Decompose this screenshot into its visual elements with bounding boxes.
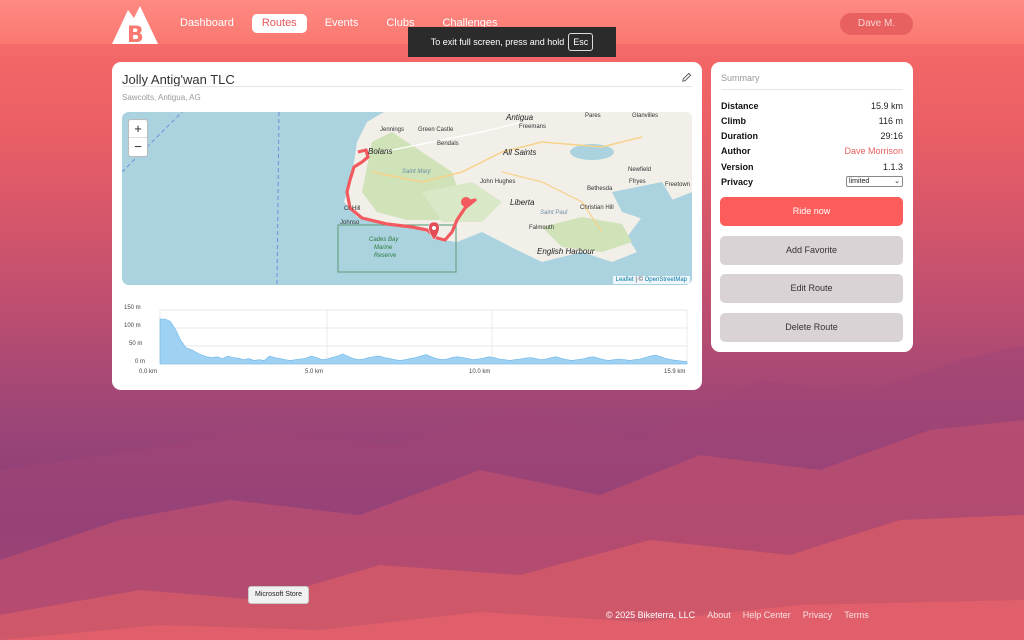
elevation-plot (159, 309, 688, 365)
summary-key: Duration (721, 131, 758, 141)
summary-value: 116 m (878, 116, 903, 126)
title-divider (122, 86, 692, 87)
map-label-liberta: Liberta (510, 198, 535, 207)
chevron-down-icon: ⌄ (894, 178, 900, 185)
ride-now-button[interactable]: Ride now (720, 197, 903, 226)
footer-link-privacy[interactable]: Privacy (803, 610, 833, 620)
pencil-icon[interactable] (681, 72, 692, 83)
map-label-bethesda: Bethesda (587, 186, 613, 192)
map-label-all-saints: All Saints (503, 148, 537, 157)
map-label-freetown: Freetown (665, 182, 691, 188)
elevation-area (159, 318, 688, 365)
privacy-select[interactable]: limited ⌄ (846, 176, 903, 187)
map-label-reserve: Reserve (374, 253, 397, 259)
summary-key: Privacy (721, 177, 754, 187)
route-card: Jolly Antig'wan TLC Sawcolts, Antigua, A… (112, 62, 702, 390)
privacy-select-value: limited (849, 178, 870, 185)
map-canvas (122, 112, 692, 285)
summary-row-duration: Duration 29:16 (721, 131, 903, 143)
summary-key: Distance (721, 101, 759, 111)
map-label-crab-hill: Cr Hill (344, 206, 361, 212)
summary-row-climb: Climb 116 m (721, 116, 903, 128)
footer-link-terms[interactable]: Terms (844, 610, 869, 620)
elev-x-tick-10: 10.0 km (469, 369, 491, 375)
summary-row-author: Author Dave Morrison (721, 146, 903, 158)
map-label-antigua: Antigua (506, 113, 534, 122)
footer: © 2025 Biketerra, LLC About Help Center … (606, 610, 869, 620)
map-attribution: Leaflet | © OpenStreetMap (612, 276, 690, 284)
fullscreen-toast-text: To exit full screen, press and hold (430, 37, 565, 47)
route-title: Jolly Antig'wan TLC (122, 72, 235, 87)
map-label-marine: Marine (374, 245, 393, 251)
biketerra-logo[interactable]: B (112, 4, 158, 44)
footer-copyright: © 2025 Biketerra, LLC (606, 610, 696, 620)
map-label-newfield: Newfield (628, 167, 652, 173)
map-label-john-hughes: John Hughes (480, 179, 516, 185)
elev-x-tick-5: 5.0 km (305, 369, 324, 375)
elev-y-tick-50: 50 m (129, 341, 143, 347)
summary-divider (721, 89, 903, 90)
map-label-falmouth: Falmouth (529, 225, 555, 231)
nav-events[interactable]: Events (315, 14, 369, 33)
map-label-christian-hill: Christian Hill (580, 205, 614, 211)
map-label-freemans: Freemans (519, 124, 547, 130)
footer-link-help[interactable]: Help Center (743, 610, 791, 620)
map-label-bendals: Bendals (437, 141, 459, 147)
map-label-johnsons: Johnso (340, 220, 360, 226)
summary-row-version: Version 1.1.3 (721, 162, 903, 174)
zoom-in-button[interactable]: + (129, 120, 147, 138)
map-label-ffryes: Ffryes (629, 179, 646, 185)
svg-text:B: B (127, 23, 144, 44)
summary-value: 1.1.3 (882, 162, 903, 172)
summary-value: 29:16 (880, 131, 903, 141)
footer-link-about[interactable]: About (707, 610, 731, 620)
user-menu-button[interactable]: Dave M. (840, 13, 913, 35)
fullscreen-exit-toast: To exit full screen, press and hold Esc (408, 27, 616, 57)
summary-key: Author (721, 146, 751, 156)
elev-y-tick-150: 150 m (124, 305, 141, 311)
map-label-saint-paul: Saint Paul (540, 210, 568, 216)
summary-key: Version (721, 162, 754, 172)
delete-route-button[interactable]: Delete Route (720, 313, 903, 342)
summary-row-privacy: Privacy limited ⌄ (721, 176, 903, 189)
map-label-jennings: Jennings (380, 127, 405, 133)
elev-y-tick-0: 0 m (135, 359, 146, 365)
osm-link[interactable]: OpenStreetMap (645, 277, 687, 283)
map-label-cades-bay: Cades Bay (369, 237, 399, 243)
elev-x-tick-0: 0.0 km (139, 369, 158, 375)
edit-route-button[interactable]: Edit Route (720, 274, 903, 303)
elevation-chart[interactable]: 150 m 100 m 50 m 0 m 0.0 km 5.0 km 10.0 … (122, 302, 692, 382)
esc-key-hint: Esc (568, 33, 594, 51)
nav-dashboard[interactable]: Dashboard (170, 14, 244, 33)
taskbar-tooltip: Microsoft Store (248, 586, 309, 604)
map-zoom-control: + − (128, 119, 148, 157)
map-label-bolans: Bolans (368, 147, 393, 156)
route-map[interactable]: + − Antigua All Saints Liberta Bolans Je… (122, 112, 692, 285)
route-location: Sawcolts, Antigua, AG (122, 93, 201, 102)
map-label-saint-mary: Saint Mary (402, 169, 431, 175)
summary-card: Summary Distance 15.9 km Climb 116 m Dur… (711, 62, 913, 352)
elev-x-tick-15: 15.9 km (664, 369, 686, 375)
attribution-separator: | © (635, 277, 643, 283)
add-favorite-button[interactable]: Add Favorite (720, 236, 903, 265)
summary-row-distance: Distance 15.9 km (721, 101, 903, 113)
summary-value: 15.9 km (870, 101, 903, 111)
map-label-pares: Pares (585, 113, 601, 119)
summary-key: Climb (721, 116, 747, 126)
zoom-out-button[interactable]: − (129, 138, 147, 156)
elev-y-tick-100: 100 m (124, 323, 141, 329)
nav-routes[interactable]: Routes (251, 14, 307, 33)
map-label-english-harbour: English Harbour (537, 247, 595, 256)
leaflet-link[interactable]: Leaflet (616, 277, 634, 283)
summary-title: Summary (721, 73, 760, 83)
map-label-glanvilles: Glanvilles (632, 113, 659, 119)
map-label-green-castle: Green Castle (418, 127, 454, 133)
author-link[interactable]: Dave Morrison (844, 146, 903, 156)
